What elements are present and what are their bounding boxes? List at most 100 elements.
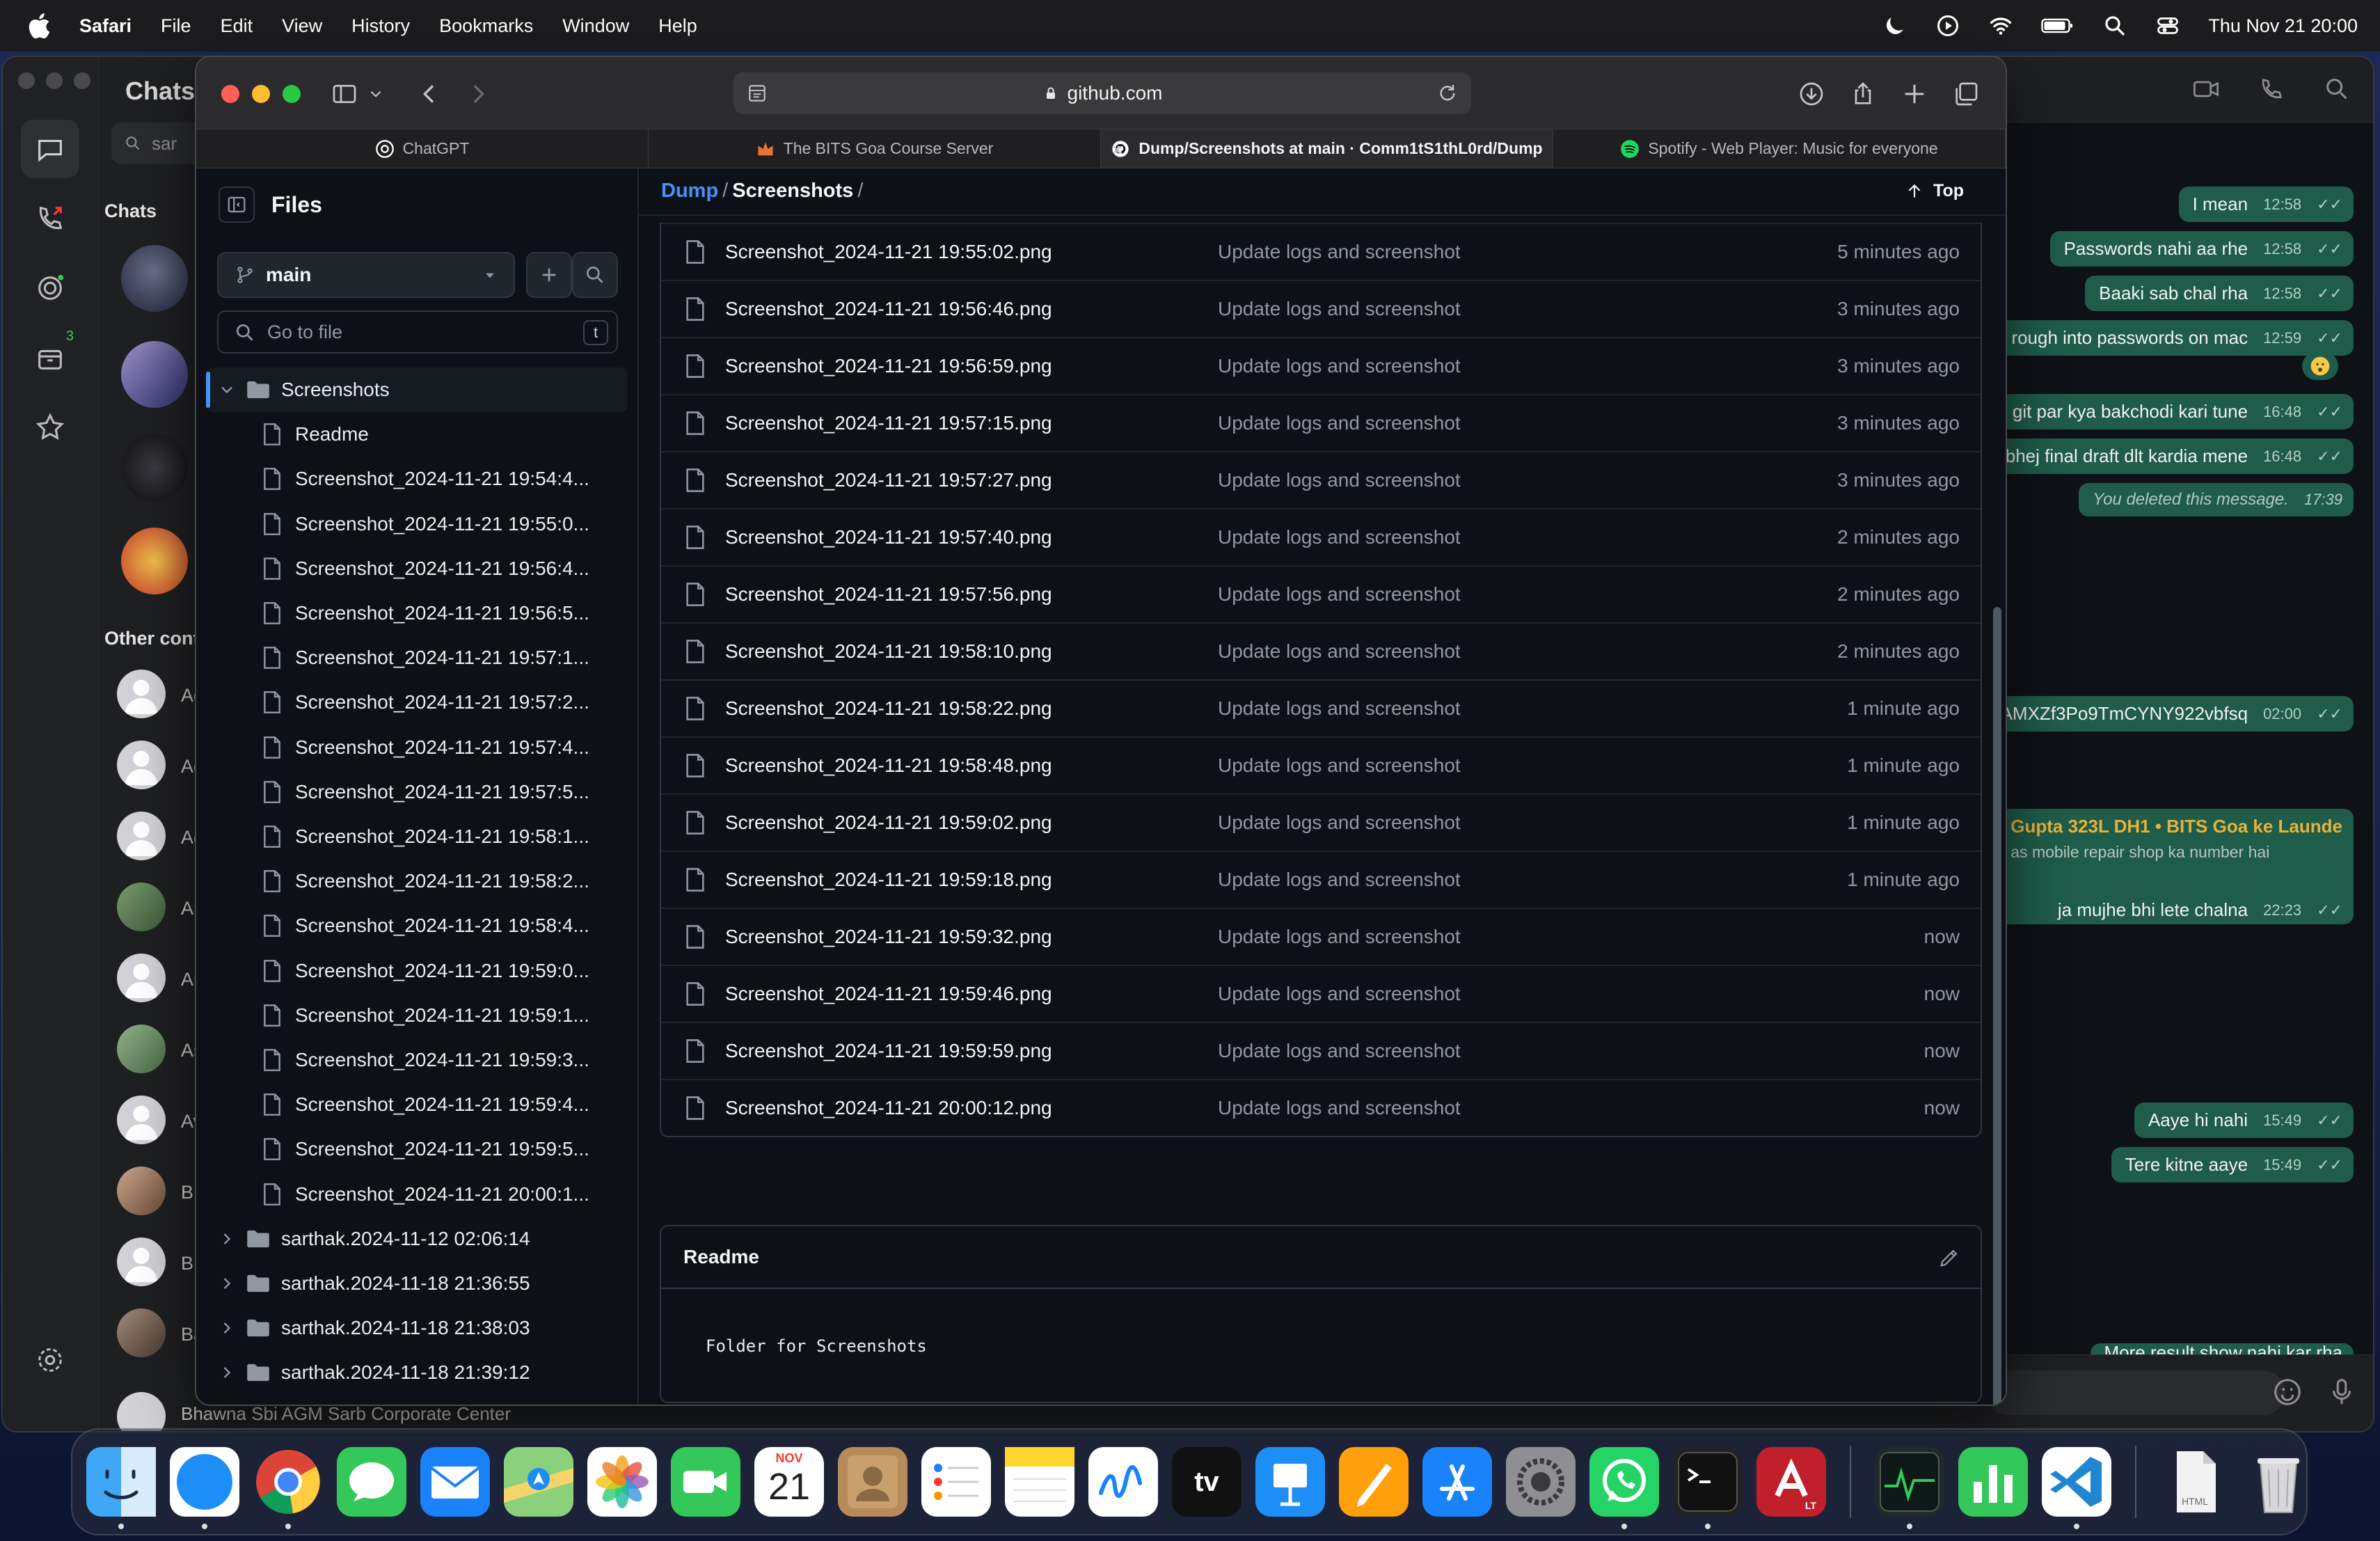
contact-name[interactable]: B [181,1253,193,1274]
chrome-icon[interactable] [253,1447,323,1529]
chevron-right-icon[interactable] [217,1318,237,1338]
tree-file-item[interactable]: Screenshot_2024-11-21 19:57:1... [206,635,628,680]
numbers-icon[interactable] [1958,1447,2028,1517]
chevron-right-icon[interactable] [217,1229,237,1249]
tree-file-item[interactable]: Screenshot_2024-11-21 19:58:1... [206,814,628,859]
html-file-icon[interactable]: HTML [2160,1447,2230,1517]
minimize-icon[interactable] [46,72,63,89]
back-to-top-button[interactable]: Top [1905,181,1964,201]
avatar[interactable] [121,245,188,312]
calendar-icon[interactable]: NOV 21 [754,1447,824,1517]
avatar[interactable] [121,341,188,408]
message-bubble[interactable]: git par kya bakchodi kari tune 16:48 ✓✓ [1998,394,2354,429]
message-bubble[interactable]: Tere kitne aaye 15:49 ✓✓ [2111,1147,2354,1183]
contact-name[interactable]: Bhawna Sbi AGM Sarb Corporate Center [181,1403,511,1425]
avatar[interactable] [117,812,166,860]
message-input[interactable] [1986,1370,2285,1415]
tree-file-item[interactable]: Screenshot_2024-11-21 19:57:4... [206,725,628,770]
vscode-icon[interactable] [2042,1447,2111,1529]
tree-file-item[interactable]: Screenshot_2024-11-21 20:00:1... [206,1172,628,1217]
file-row[interactable]: Screenshot_2024-11-21 19:55:02.png Update… [661,223,1981,280]
message-bubble[interactable]: ja mujhe bhi lete chalna 22:23 ✓✓ [2044,892,2354,928]
avatar[interactable] [117,670,166,718]
file-row[interactable]: Screenshot_2024-11-21 19:56:59.png Update… [661,337,1981,394]
commit-message-link[interactable]: Update logs and screenshot [1218,412,1461,434]
emoji-icon[interactable] [2271,1376,2303,1408]
address-bar[interactable]: github.com [733,72,1471,114]
tree-folder-item[interactable]: sarthak.2024-11-18 21:39:12 [206,1350,628,1395]
commit-message-link[interactable]: Update logs and screenshot [1218,355,1461,377]
avatar[interactable] [117,741,166,789]
file-name-link[interactable]: Screenshot_2024-11-21 19:58:48.png [725,754,1218,777]
tab-spotify[interactable]: Spotify - Web Player: Music for everyone [1553,129,2006,168]
reminders-icon[interactable] [921,1447,991,1517]
calls-rail-button[interactable] [21,189,79,248]
notes-icon[interactable] [1005,1447,1074,1517]
tab-overview-button[interactable] [1950,78,1982,110]
avatar[interactable] [121,528,188,594]
facetime-icon[interactable] [671,1447,740,1517]
control-center-icon[interactable] [2155,13,2180,38]
message-bubble[interactable]: Aaye hi nahi 15:49 ✓✓ [2134,1103,2354,1138]
file-name-link[interactable]: Screenshot_2024-11-21 19:57:15.png [725,412,1218,434]
avatar[interactable] [117,1096,166,1144]
menu-help[interactable]: Help [658,15,697,37]
menubar-clock[interactable]: Thu Nov 21 20:00 [2208,15,2358,37]
close-window-button[interactable] [221,85,239,103]
freeform-icon[interactable] [1088,1447,1158,1517]
commit-message-link[interactable]: Update logs and screenshot [1218,583,1461,606]
avatar[interactable] [117,954,166,1002]
tree-folder-item[interactable]: sarthak.2024-11-18 21:36:55 [206,1261,628,1306]
tree-file-item[interactable]: Screenshot_2024-11-21 19:56:5... [206,591,628,635]
settings-rail-button[interactable] [21,1331,79,1389]
reaction-emoji-icon[interactable] [2302,352,2338,380]
menu-history[interactable]: History [351,15,410,37]
file-name-link[interactable]: Screenshot_2024-11-21 19:59:46.png [725,983,1218,1005]
file-row[interactable]: Screenshot_2024-11-21 19:59:02.png Update… [661,793,1981,851]
tree-file-item[interactable]: Screenshot_2024-11-21 19:59:0... [206,949,628,993]
tree-file-item[interactable]: Screenshot_2024-11-21 19:59:1... [206,993,628,1038]
avatar[interactable] [117,1167,166,1215]
commit-message-link[interactable]: Update logs and screenshot [1218,754,1461,777]
breadcrumb-repo-link[interactable]: Dump [661,180,718,202]
file-name-link[interactable]: Screenshot_2024-11-21 19:59:59.png [725,1040,1218,1062]
tree-file-item[interactable]: Screenshot_2024-11-21 19:57:5... [206,770,628,814]
tv-icon[interactable]: tv [1172,1447,1241,1517]
commit-message-link[interactable]: Update logs and screenshot [1218,697,1461,720]
zoom-window-button[interactable] [283,85,301,103]
tree-file-item[interactable]: Screenshot_2024-11-21 19:55:0... [206,502,628,546]
search-files-button[interactable] [572,252,618,298]
spotlight-search-icon[interactable] [2102,13,2127,38]
finder-icon[interactable] [86,1447,156,1529]
commit-message-link[interactable]: Update logs and screenshot [1218,640,1461,663]
tab-bits-course-server[interactable]: The BITS Goa Course Server [649,129,1101,168]
file-row[interactable]: Screenshot_2024-11-21 19:57:40.png Update… [661,508,1981,565]
whatsapp-icon[interactable] [1589,1447,1659,1529]
file-row[interactable]: Screenshot_2024-11-21 19:59:18.png Update… [661,851,1981,908]
go-to-file-input[interactable]: Go to file t [217,310,618,354]
message-bubble[interactable]: Passwords nahi aa rhe 12:58 ✓✓ [2049,231,2354,267]
page-scrollbar[interactable] [1993,607,2001,1405]
file-row[interactable]: Screenshot_2024-11-21 19:57:15.png Update… [661,394,1981,451]
tree-folder-item[interactable]: sarthak.2024-11-18 21:38:03 [206,1306,628,1350]
avatar[interactable] [117,1309,166,1357]
microphone-icon[interactable] [2326,1376,2358,1408]
tree-file-item[interactable]: Screenshot_2024-11-21 19:58:2... [206,859,628,903]
downloads-button[interactable] [1795,78,1827,110]
menu-edit[interactable]: Edit [221,15,253,37]
chats-rail-button[interactable] [21,120,79,178]
file-name-link[interactable]: Screenshot_2024-11-21 19:58:22.png [725,697,1218,720]
file-row[interactable]: Screenshot_2024-11-21 19:58:10.png Update… [661,622,1981,679]
sidebar-toggle-button[interactable] [328,78,360,110]
avatar[interactable] [121,434,188,501]
commit-message-link[interactable]: Update logs and screenshot [1218,812,1461,834]
message-bubble[interactable]: bhej final draft dlt kardia mene 16:48 ✓✓ [1991,438,2354,474]
mail-icon[interactable] [420,1447,490,1517]
file-name-link[interactable]: Screenshot_2024-11-21 19:57:27.png [725,469,1218,491]
commit-message-link[interactable]: Update logs and screenshot [1218,1040,1461,1062]
file-name-link[interactable]: Screenshot_2024-11-21 19:59:02.png [725,812,1218,834]
tab-github-dump[interactable]: × Dump/Screenshots at main · Comm1tS1thL… [1101,129,1553,168]
message-bubble[interactable]: Baaki sab chal rha 12:58 ✓✓ [2085,276,2354,311]
contact-name[interactable]: B [181,1182,193,1203]
terminal-icon[interactable] [1673,1447,1743,1529]
